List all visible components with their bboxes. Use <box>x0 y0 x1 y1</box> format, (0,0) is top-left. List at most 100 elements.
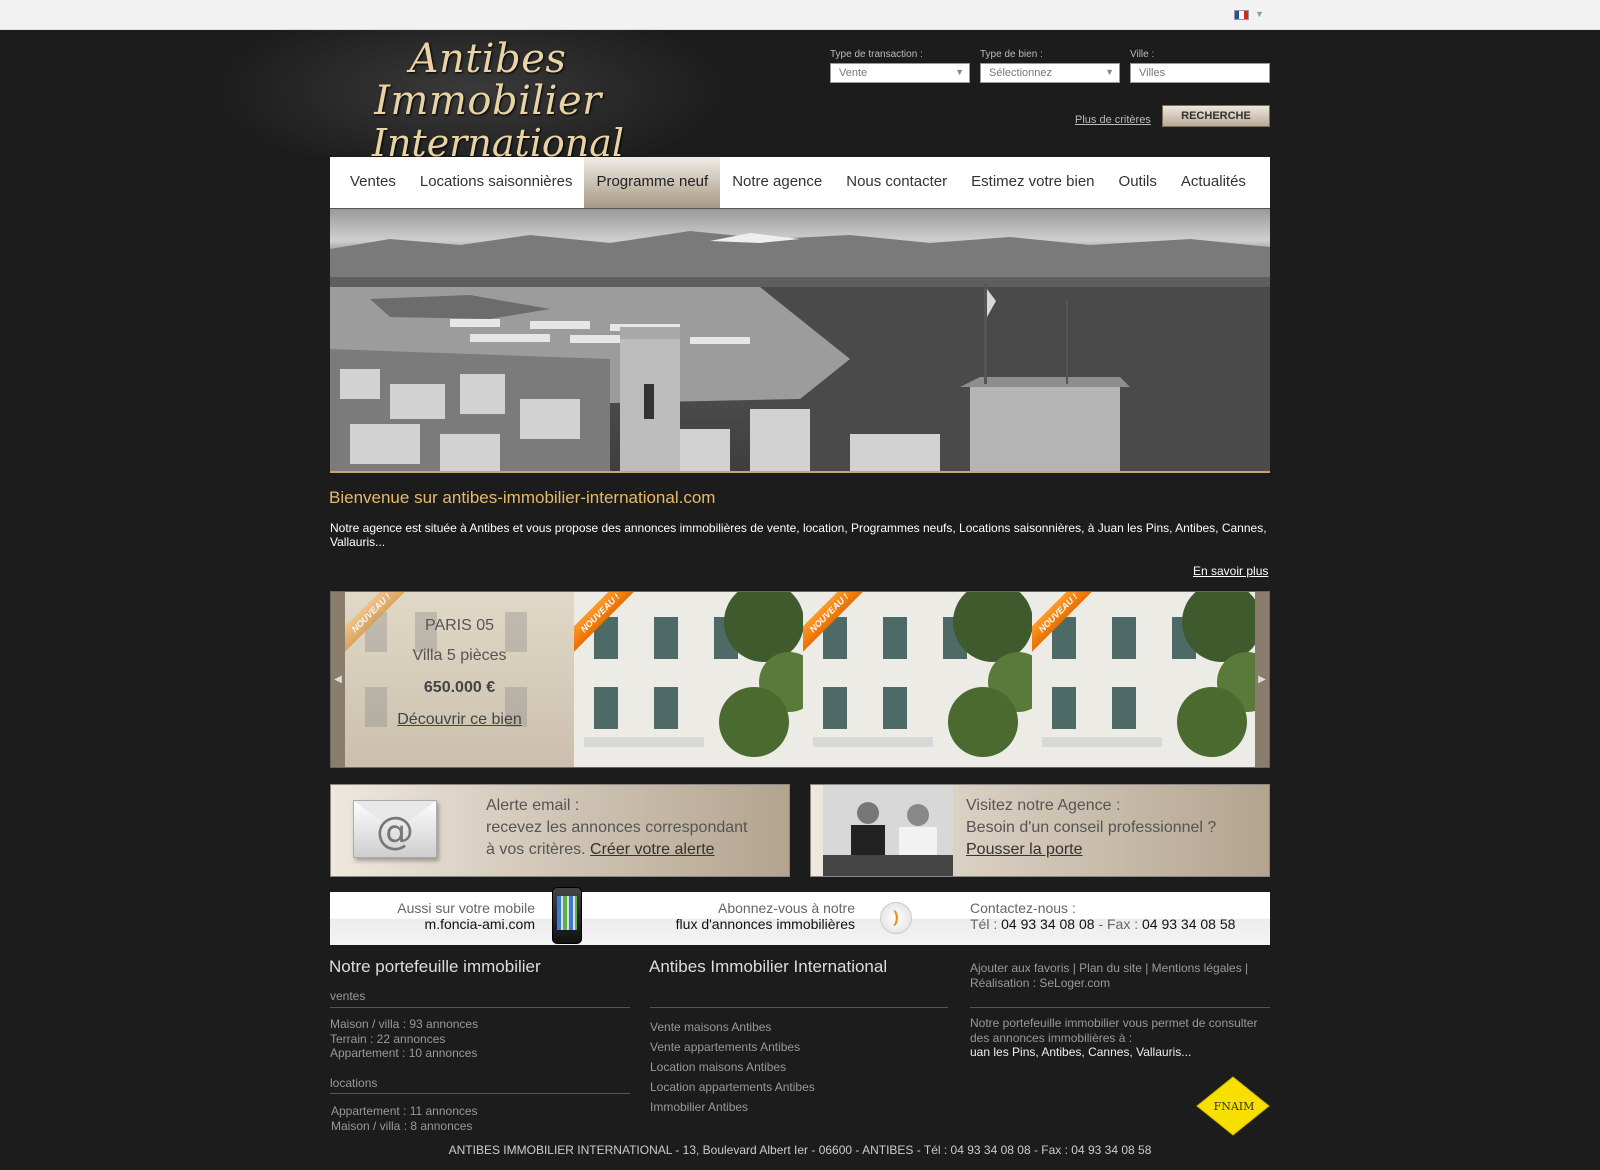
fnaim-logo[interactable]: FNAIM <box>1196 1076 1270 1136</box>
city-field: Ville : <box>1130 49 1270 83</box>
discover-listing-link[interactable]: Découvrir ce bien <box>397 711 522 729</box>
at-sign-icon: @ <box>376 809 414 853</box>
agency-column-title: Antibes Immobilier International <box>649 957 888 976</box>
chevron-down-icon[interactable]: ▼ <box>1255 9 1264 19</box>
listing-thumbnail[interactable]: NOUVEAU ! <box>574 592 803 767</box>
transaction-type-field: Type de transaction : Vente ▼ <box>830 49 970 83</box>
description-line: des annonces immobilières à : <box>970 1030 1133 1045</box>
site-links-line[interactable]: Ajouter aux favoris | Plan du site | Men… <box>970 961 1248 976</box>
visit-agency-link[interactable]: Pousser la porte <box>966 841 1083 858</box>
visit-agency-title: Visitez notre Agence : <box>966 797 1121 814</box>
rss-label: Abonnez-vous à notre <box>718 900 855 916</box>
dropdown-arrow-icon: ▼ <box>955 67 964 77</box>
mobile-block: Aussi sur votre mobile m.foncia-ami.com <box>360 900 535 932</box>
listing-carousel: ◀ NOUVEAU ! PARIS 05 Villa 5 pièces 650.… <box>330 591 1270 768</box>
list-item[interactable]: Maison / villa : 8 annonces <box>331 1119 478 1134</box>
fax-number: 04 93 34 08 58 <box>1142 916 1236 932</box>
footer-address: ANTIBES IMMOBILIER INTERNATIONAL - 13, B… <box>448 1143 1152 1157</box>
agency-links: Vente maisons Antibes Vente appartements… <box>650 1017 815 1117</box>
tel-number: 04 93 34 08 08 <box>1001 916 1095 932</box>
nav-item-programme-neuf[interactable]: Programme neuf <box>584 157 721 208</box>
site-logo[interactable]: Antibes Immobilier International <box>308 38 668 164</box>
divider <box>970 1007 1270 1008</box>
footer-link[interactable]: Vente appartements Antibes <box>650 1037 815 1057</box>
listing-location: PARIS 05 <box>424 617 495 634</box>
credit-line[interactable]: Réalisation : SeLoger.com <box>970 976 1248 991</box>
email-alert-line: à vos critères. <box>486 841 586 858</box>
tel-label: Tél : <box>970 916 998 932</box>
list-item[interactable]: Appartement : 10 annonces <box>330 1046 478 1061</box>
city-input[interactable] <box>1130 63 1270 83</box>
carousel-next-arrow-icon[interactable]: ▶ <box>1255 592 1269 767</box>
property-type-field: Type de bien : Sélectionnez ▼ <box>980 49 1120 83</box>
list-item[interactable]: Terrain : 22 annonces <box>330 1032 478 1047</box>
logo-line-1: Antibes Immobilier <box>374 36 602 124</box>
building-photo <box>1032 592 1261 767</box>
rss-icon[interactable]: ) <box>880 902 912 934</box>
footer-link[interactable]: Vente maisons Antibes <box>650 1017 815 1037</box>
carousel-prev-arrow-icon[interactable]: ◀ <box>331 592 345 767</box>
footer-link[interactable]: Location maisons Antibes <box>650 1057 815 1077</box>
search-button[interactable]: RECHERCHE <box>1162 105 1270 127</box>
featured-listing[interactable]: NOUVEAU ! PARIS 05 Villa 5 pièces 650.00… <box>345 592 574 767</box>
divider <box>330 1007 630 1008</box>
email-alert-text: Alerte email : recevez les annonces corr… <box>486 795 748 861</box>
email-alert-line: recevez les annonces correspondant <box>486 819 748 836</box>
nav-item-nous-contacter[interactable]: Nous contacter <box>834 157 959 208</box>
mobile-label: Aussi sur votre mobile <box>397 900 535 916</box>
listing-price: 650.000 € <box>423 679 496 696</box>
france-flag-icon[interactable] <box>1234 10 1249 20</box>
list-item[interactable]: Maison / villa : 93 annonces <box>330 1017 478 1032</box>
more-criteria-link[interactable]: Plus de critères <box>1075 114 1151 126</box>
people-photo <box>823 785 953 876</box>
fax-label: - Fax : <box>1098 916 1139 932</box>
listing-type: Villa 5 pièces <box>412 647 507 664</box>
dropdown-arrow-icon: ▼ <box>1105 67 1114 77</box>
fnaim-logo-text: FNAIM <box>1214 1100 1255 1113</box>
visit-agency-box: Visitez notre Agence : Besoin d'un conse… <box>810 784 1270 877</box>
nav-item-notre-agence[interactable]: Notre agence <box>720 157 834 208</box>
envelope-icon: @ <box>353 800 437 858</box>
transaction-type-value: Vente <box>839 67 868 79</box>
office-photo <box>823 785 953 876</box>
email-alert-box: @ Alerte email : recevez les annonces co… <box>330 784 790 877</box>
divider <box>330 1093 630 1094</box>
description-line: Notre portefeuille immobilier vous perme… <box>970 1016 1258 1030</box>
listing-thumbnail[interactable]: NOUVEAU ! <box>1032 592 1261 767</box>
listing-thumbnail[interactable]: NOUVEAU ! <box>803 592 1032 767</box>
transaction-type-select[interactable]: Vente ▼ <box>830 63 970 83</box>
info-strip: Aussi sur votre mobile m.foncia-ami.com … <box>330 887 1270 945</box>
welcome-title: Bienvenue sur antibes-immobilier-interna… <box>329 488 716 507</box>
divider <box>650 1007 948 1008</box>
rentals-heading: locations <box>330 1076 378 1090</box>
learn-more-link[interactable]: En savoir plus <box>1193 564 1268 578</box>
city-label: Ville : <box>1130 49 1155 60</box>
site-links: Ajouter aux favoris | Plan du site | Men… <box>970 961 1248 990</box>
welcome-text: Notre agence est située à Antibes et vou… <box>330 521 1267 549</box>
nav-item-ventes[interactable]: Ventes <box>338 157 408 208</box>
rentals-list: Appartement : 11 annonces Maison / villa… <box>331 1104 478 1133</box>
nav-item-outils[interactable]: Outils <box>1107 157 1169 208</box>
property-type-value: Sélectionnez <box>989 67 1052 79</box>
portfolio-description: Notre portefeuille immobilier vous perme… <box>970 1016 1257 1060</box>
create-alert-link[interactable]: Créer votre alerte <box>590 841 715 858</box>
sales-list: Maison / villa : 93 annonces Terrain : 2… <box>330 1017 478 1061</box>
footer-link[interactable]: Location appartements Antibes <box>650 1077 815 1097</box>
rss-feed-link[interactable]: flux d'annonces immobilières <box>676 916 855 932</box>
top-bar: ▼ <box>0 0 1600 30</box>
building-photo <box>574 592 803 767</box>
smartphone-icon <box>552 887 582 944</box>
rss-block: Abonnez-vous à notre flux d'annonces imm… <box>630 900 855 932</box>
mobile-url-link[interactable]: m.foncia-ami.com <box>425 916 535 932</box>
visit-agency-text: Visitez notre Agence : Besoin d'un conse… <box>966 795 1216 861</box>
nav-item-actualites[interactable]: Actualités <box>1169 157 1258 208</box>
header: Antibes Immobilier International Type de… <box>0 30 1600 164</box>
footer-link[interactable]: Immobilier Antibes <box>650 1097 815 1117</box>
building-photo <box>803 592 1032 767</box>
list-item[interactable]: Appartement : 11 annonces <box>331 1104 478 1119</box>
nav-item-locations-saisonnieres[interactable]: Locations saisonnières <box>408 157 585 208</box>
contact-label: Contactez-nous : <box>970 900 1076 916</box>
nav-item-estimez-votre-bien[interactable]: Estimez votre bien <box>959 157 1106 208</box>
property-type-select[interactable]: Sélectionnez ▼ <box>980 63 1120 83</box>
portfolio-title: Notre portefeuille immobilier <box>329 957 541 976</box>
